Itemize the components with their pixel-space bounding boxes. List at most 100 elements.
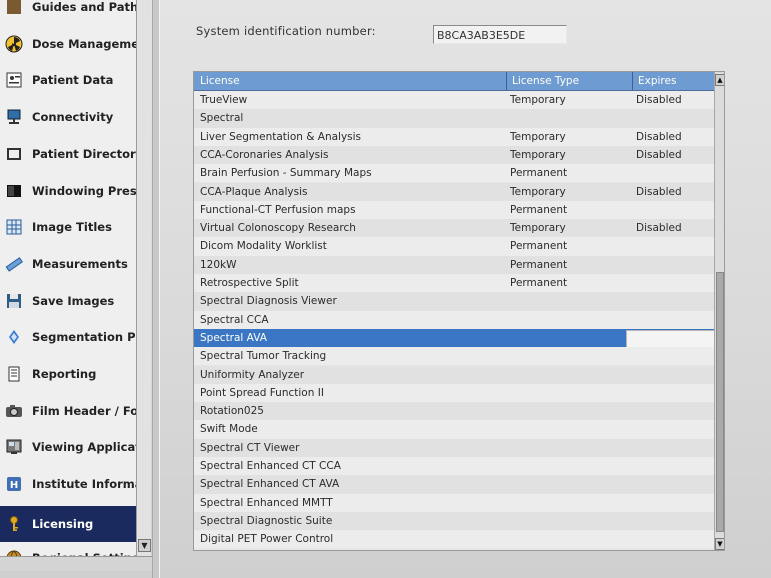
panel-divider	[152, 0, 160, 578]
license-type-cell: Temporary	[510, 94, 566, 106]
windowing-icon	[4, 181, 24, 201]
sidebar-item-label: Save Images	[32, 293, 115, 308]
sidebar-horizontal-scrollbar[interactable]	[0, 556, 152, 571]
sidebar-item-patient-directory[interactable]: Patient Directory	[0, 139, 136, 169]
table-row[interactable]: Spectral Enhanced CT AVA	[194, 475, 714, 494]
license-expires-cell	[632, 347, 716, 365]
license-type-cell	[506, 475, 630, 493]
license-type-cell	[506, 347, 630, 365]
license-type-cell	[506, 366, 630, 384]
scroll-up-arrow-icon[interactable]: ▲	[715, 74, 724, 86]
license-type-cell: Temporary	[510, 222, 566, 235]
license-type-cell	[506, 384, 630, 402]
report-icon	[4, 364, 24, 384]
license-expires-cell: Disabled	[636, 148, 682, 161]
patient-data-icon	[4, 70, 24, 90]
settings-sidebar: Guides and Paths Dose Management Patient D…	[0, 0, 138, 560]
license-expires-cell	[632, 366, 716, 384]
column-separator[interactable]	[632, 72, 633, 90]
sidebar-item-dose-management[interactable]: Dose Management	[0, 29, 136, 59]
table-row[interactable]: CCA-Plaque Analysis Temporary Disabled	[194, 182, 714, 201]
column-header-license[interactable]: License	[196, 74, 240, 88]
table-row[interactable]: Point Spread Function II	[194, 383, 714, 403]
table-row[interactable]: TrueView Temporary Disabled	[194, 91, 714, 110]
license-type-cell	[506, 329, 630, 347]
license-expires-cell	[632, 402, 716, 420]
network-icon	[4, 107, 24, 127]
sidebar-item-measurements[interactable]: Measurements	[0, 249, 136, 279]
sidebar-item-licensing[interactable]: Licensing	[0, 505, 136, 542]
sidebar-item-reporting[interactable]: Reporting	[0, 359, 136, 389]
column-separator[interactable]	[506, 72, 507, 90]
license-expires-cell	[632, 164, 716, 182]
table-row[interactable]: Functional-CT Perfusion maps Permanent	[194, 200, 714, 220]
sidebar-item-institute-information[interactable]: H Institute Information	[0, 469, 136, 499]
license-expires-cell	[632, 256, 716, 274]
column-header-license-type[interactable]: License Type	[508, 74, 579, 88]
table-row[interactable]: Virtual Colonoscopy Research Temporary Dis…	[194, 219, 714, 238]
license-table-header: License License Type Expires	[194, 72, 724, 91]
table-row[interactable]: Spectral CCA	[194, 310, 714, 329]
table-row[interactable]: Uniformity Analyzer	[194, 365, 716, 384]
table-row[interactable]: Spectral AVA	[194, 328, 720, 348]
table-row[interactable]: Spectral Enhanced CT CCA	[194, 457, 716, 476]
directory-icon	[4, 144, 24, 164]
license-name-cell: Virtual Colonoscopy Research	[200, 222, 356, 235]
expires-edit-field[interactable]	[626, 329, 720, 348]
license-table-scrollbar[interactable]: ▲ ▼	[714, 72, 724, 550]
scroll-down-arrow-icon[interactable]: ▼	[715, 538, 724, 550]
table-row[interactable]: Spectral	[194, 109, 716, 128]
guides-icon	[4, 0, 24, 17]
license-name-cell: CCA-Plaque Analysis	[200, 185, 308, 198]
sidebar-item-label: Film Header / Footer	[32, 403, 136, 418]
svg-text:H: H	[10, 480, 18, 491]
sidebar-item-viewing-applications[interactable]: Viewing Applications	[0, 432, 136, 462]
table-row[interactable]: Spectral Diagnosis Viewer	[194, 292, 716, 311]
table-row[interactable]: Spectral Tumor Tracking	[194, 347, 716, 366]
sidebar-item-segmentation-presets[interactable]: Segmentation Presets	[0, 322, 136, 352]
license-type-cell: Permanent	[510, 240, 568, 253]
license-name-cell: Digital PET Power Control	[200, 533, 334, 546]
license-type-cell	[506, 512, 630, 530]
license-name-cell: TrueView	[200, 94, 248, 106]
sidebar-item-image-titles[interactable]: Image Titles	[0, 212, 136, 242]
license-expires-cell	[632, 274, 716, 292]
sidebar-item-connectivity[interactable]: Connectivity	[0, 102, 136, 132]
table-row[interactable]: Spectral Diagnostic Suite	[194, 511, 714, 531]
scroll-down-arrow-icon[interactable]: ▼	[138, 539, 151, 552]
hospital-icon: H	[4, 474, 24, 494]
license-name-cell: CCA-Coronaries Analysis	[200, 148, 329, 161]
table-row[interactable]: Retrospective Split Permanent	[194, 274, 716, 293]
sidebar-scrollbar[interactable]: ▼	[136, 0, 151, 560]
table-row[interactable]: Digital PET Power Control	[194, 530, 714, 549]
license-name-cell: Spectral CT Viewer	[200, 441, 300, 454]
sidebar-item-label: Institute Information	[32, 477, 136, 492]
table-row[interactable]: Spectral Enhanced MMTT	[194, 493, 716, 512]
license-name-cell: Functional-CT Perfusion maps	[200, 203, 356, 216]
license-expires-cell	[632, 494, 716, 512]
table-row[interactable]: Rotation025	[194, 402, 716, 421]
table-row[interactable]: Spectral CT Viewer	[194, 438, 714, 457]
license-type-cell	[506, 109, 630, 127]
table-row[interactable]: Swift Mode	[194, 420, 714, 439]
table-row[interactable]: Dicom Modality Worklist Permanent	[194, 237, 714, 256]
sidebar-item-film-header-footer[interactable]: Film Header / Footer	[0, 396, 136, 426]
sidebar-item-windowing-presets[interactable]: Windowing Presets	[0, 176, 136, 206]
sidebar-item-guides-and-paths[interactable]: Guides and Paths	[0, 0, 136, 22]
license-name-cell: Swift Mode	[200, 423, 258, 436]
column-header-expires[interactable]: Expires	[634, 74, 676, 88]
sidebar-item-label: Connectivity	[32, 110, 114, 125]
table-row[interactable]: Liver Segmentation & Analysis Temporary Di…	[194, 127, 714, 146]
table-row[interactable]: Brain Perfusion - Summary Maps Permanent	[194, 164, 716, 183]
table-row[interactable]: 120kW Permanent	[194, 255, 716, 274]
license-expires-cell	[632, 292, 716, 310]
license-expires-cell	[632, 457, 716, 475]
sidebar-item-patient-data[interactable]: Patient Data	[0, 65, 136, 95]
license-name-cell: Liver Segmentation & Analysis	[200, 130, 362, 143]
license-expires-cell	[632, 109, 716, 127]
table-row[interactable]: CCA-Coronaries Analysis Temporary Disabled	[194, 145, 714, 165]
sidebar-item-save-images[interactable]: Save Images	[0, 286, 136, 316]
grid-icon	[4, 217, 24, 237]
scrollbar-thumb[interactable]	[716, 272, 724, 532]
license-expires-cell: Disabled	[636, 94, 682, 106]
